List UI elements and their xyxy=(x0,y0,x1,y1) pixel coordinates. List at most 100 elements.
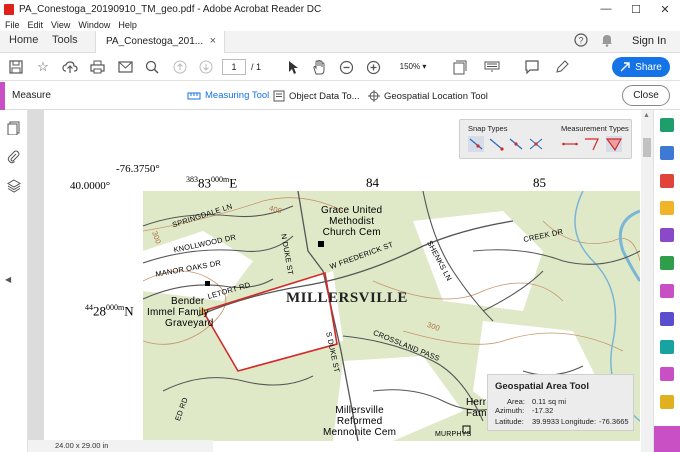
geospatial-area-tool-panel: Geospatial Area Tool Area: 0.11 sq mi Az… xyxy=(487,374,634,431)
cemetery-line: Graveyard xyxy=(165,318,214,329)
measuring-tool-label: Measuring Tool xyxy=(205,90,270,101)
protect-icon[interactable] xyxy=(660,312,674,326)
easting-84-label: 84 xyxy=(366,175,379,190)
tab-document[interactable]: PA_Conestoga_201... × xyxy=(95,31,225,54)
zoom-out-icon[interactable] xyxy=(337,58,355,76)
share-button[interactable]: Share xyxy=(612,57,670,77)
tab-tools[interactable]: Tools xyxy=(52,34,78,46)
combine-files-icon[interactable] xyxy=(660,228,674,242)
distance-tool-icon[interactable] xyxy=(562,136,578,152)
next-page-icon[interactable] xyxy=(197,58,215,76)
cemetery-line: Church Cem xyxy=(322,227,381,238)
zoom-in-icon[interactable] xyxy=(364,58,382,76)
keyboard-icon[interactable] xyxy=(483,58,501,76)
area-label: Area: xyxy=(507,397,525,406)
zoom-level-select[interactable]: 150% ▾ xyxy=(392,60,434,74)
measure-accent-bar xyxy=(0,82,5,110)
cemetery-line: Bender xyxy=(171,296,205,307)
tab-home[interactable]: Home xyxy=(9,34,38,46)
print-icon[interactable] xyxy=(88,58,106,76)
left-navigation-pane: ◀ xyxy=(0,110,28,452)
cemetery-line: Grace United xyxy=(321,205,383,216)
email-icon[interactable] xyxy=(116,58,134,76)
easting-85-label: 85 xyxy=(533,175,546,190)
snap-to-path-icon[interactable] xyxy=(468,136,484,152)
northing-value: 28 xyxy=(93,303,106,319)
close-measure-button[interactable]: Close xyxy=(622,85,670,106)
cemetery-line: Mennonite Cem xyxy=(323,427,397,438)
prepare-form-icon[interactable] xyxy=(660,367,674,381)
menu-file[interactable]: File xyxy=(5,20,20,30)
save-icon[interactable] xyxy=(7,58,25,76)
search-icon[interactable] xyxy=(143,58,161,76)
scroll-up-arrow-icon[interactable]: ▲ xyxy=(643,112,650,119)
notifications-bell-icon[interactable] xyxy=(601,33,613,50)
close-tab-icon[interactable]: × xyxy=(210,35,216,47)
snap-to-midpoints-icon[interactable] xyxy=(508,136,524,152)
share-label: Share xyxy=(635,61,662,73)
sign-in-link[interactable]: Sign In xyxy=(632,35,666,47)
measuring-tool-button[interactable]: Measuring Tool xyxy=(187,90,269,101)
cemetery-label-herr: Herr Fami xyxy=(466,397,489,419)
road-label: MURPHYS xyxy=(435,431,472,438)
help-icon[interactable]: ? xyxy=(574,33,588,50)
menu-bar: File Edit View Window Help xyxy=(0,18,680,31)
share-icon xyxy=(620,62,630,72)
object-data-tool-button[interactable]: Object Data To... xyxy=(273,90,360,102)
easting-383-main: 83 xyxy=(198,175,211,191)
comment-icon[interactable] xyxy=(523,58,541,76)
scrollbar-thumb[interactable] xyxy=(643,138,651,157)
upload-cloud-icon[interactable] xyxy=(61,58,79,76)
latitude-label: Latitude: xyxy=(495,417,524,426)
cemetery-line: Herr xyxy=(466,397,487,408)
cemetery-label-bender: Bender Immel Family Graveyard xyxy=(147,296,214,329)
northing-label: 4428000mN xyxy=(85,303,134,319)
vertical-scrollbar[interactable]: ▲ xyxy=(641,110,653,452)
menu-window[interactable]: Window xyxy=(78,20,110,30)
svg-text:?: ? xyxy=(578,36,583,46)
layers-icon[interactable] xyxy=(7,179,21,193)
title-bar: PA_Conestoga_20190910_TM_geo.pdf - Adobe… xyxy=(0,0,680,18)
fit-page-icon[interactable] xyxy=(450,58,468,76)
menu-help[interactable]: Help xyxy=(118,20,137,30)
area-tool-icon[interactable] xyxy=(605,136,623,152)
geo-panel-title: Geospatial Area Tool xyxy=(495,381,589,392)
menu-edit[interactable]: Edit xyxy=(28,20,44,30)
easting-383-sup: 000m xyxy=(211,175,230,184)
previous-page-icon[interactable] xyxy=(171,58,189,76)
page-thumbnails-icon[interactable] xyxy=(7,121,21,136)
bookmark-star-icon[interactable]: ☆ xyxy=(34,58,52,76)
latitude-label: 40.0000° xyxy=(70,180,111,192)
latitude-value: 39.9933 xyxy=(532,417,560,426)
scan-ocr-icon[interactable] xyxy=(660,340,674,354)
create-pdf-icon[interactable] xyxy=(660,174,674,188)
maximize-button[interactable]: ☐ xyxy=(621,0,651,18)
collapse-pane-arrow-icon[interactable]: ◀ xyxy=(5,275,11,284)
pen-sign-icon[interactable] xyxy=(553,58,571,76)
perimeter-tool-icon[interactable] xyxy=(584,136,600,152)
tab-bar: Home Tools PA_Conestoga_201... × ? Sign … xyxy=(0,31,680,54)
select-cursor-icon[interactable] xyxy=(284,58,302,76)
organize-pages-icon[interactable] xyxy=(660,256,674,270)
longitude-label: Longitude: xyxy=(561,417,597,426)
building-marker xyxy=(318,241,324,247)
comment-tool-icon[interactable] xyxy=(660,201,674,215)
acrobat-logo-icon xyxy=(4,3,14,15)
attachments-paperclip-icon[interactable] xyxy=(7,150,21,164)
hand-tool-icon[interactable] xyxy=(310,58,328,76)
measure-tool-active-icon[interactable] xyxy=(654,426,680,452)
northing-suffix: N xyxy=(124,303,134,319)
fill-sign-icon[interactable] xyxy=(660,284,674,298)
page-number-input[interactable]: 1 xyxy=(222,59,246,75)
edit-pdf-icon[interactable] xyxy=(660,146,674,160)
town-label: MILLERSVILLE xyxy=(286,290,408,306)
close-window-button[interactable]: ✕ xyxy=(650,0,680,18)
export-pdf-icon[interactable] xyxy=(660,118,674,132)
menu-view[interactable]: View xyxy=(51,20,70,30)
snap-to-endpoints-icon[interactable] xyxy=(488,136,504,152)
measure-title: Measure xyxy=(12,90,51,101)
send-for-review-icon[interactable] xyxy=(660,395,674,409)
minimize-button[interactable]: — xyxy=(591,0,621,18)
geospatial-location-tool-button[interactable]: Geospatial Location Tool xyxy=(368,90,488,102)
snap-to-intersections-icon[interactable] xyxy=(528,136,544,152)
